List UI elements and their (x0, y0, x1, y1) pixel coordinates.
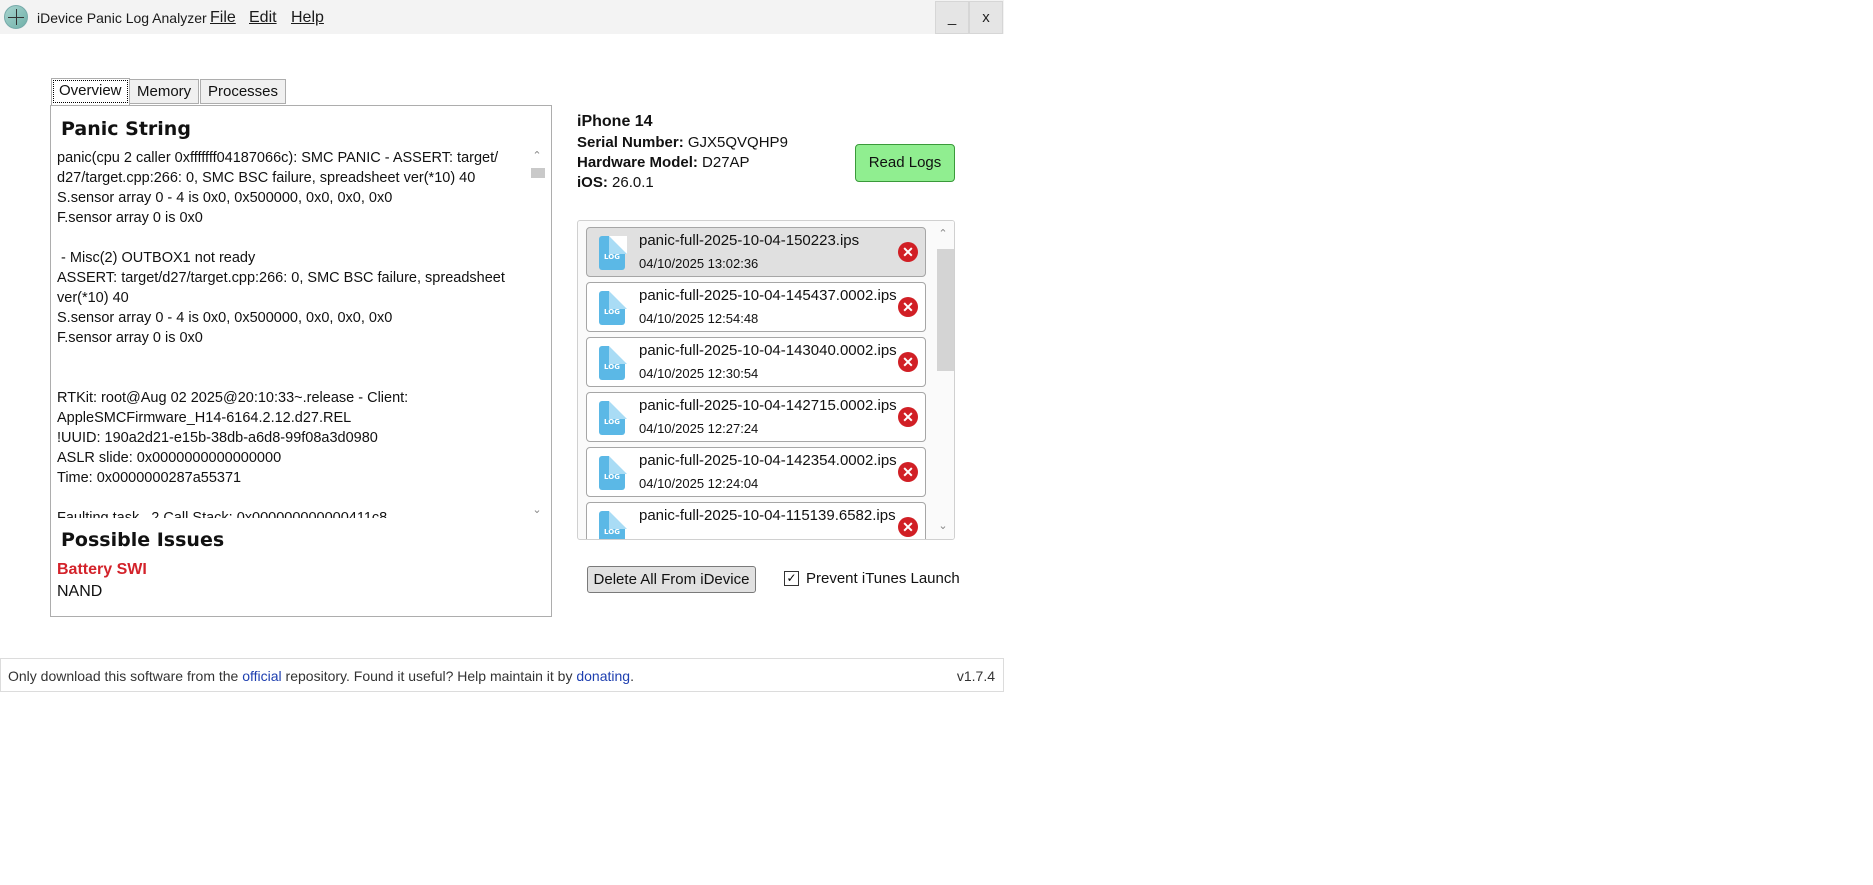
prevent-itunes-checkbox[interactable]: ✓ (784, 571, 799, 586)
issue-item: Battery SWI (57, 561, 147, 578)
log-file-icon: LOG (597, 456, 627, 490)
log-list-item[interactable]: LOG panic-full-2025-10-04-143040.0002.ip… (586, 337, 926, 387)
menu-edit[interactable]: Edit (249, 9, 277, 27)
delete-log-icon[interactable]: ✕ (898, 517, 918, 537)
close-button[interactable]: x (969, 1, 1003, 34)
log-list-item[interactable]: LOG panic-full-2025-10-04-145437.0002.ip… (586, 282, 926, 332)
official-link[interactable]: official (242, 668, 281, 684)
log-file-name: panic-full-2025-10-04-142354.0002.ips (639, 452, 897, 469)
delete-log-icon[interactable]: ✕ (898, 407, 918, 427)
scroll-thumb[interactable] (937, 249, 954, 371)
hardware-model-value: D27AP (702, 154, 750, 171)
menu-file[interactable]: File (210, 9, 236, 27)
app-logo-icon (4, 5, 28, 29)
log-list-item[interactable]: LOG panic-full-2025-10-04-115139.6582.ip… (586, 502, 926, 539)
log-list-item[interactable]: LOG panic-full-2025-10-04-142354.0002.ip… (586, 447, 926, 497)
version-label: v1.7.4 (956, 668, 995, 684)
log-file-icon: LOG (597, 511, 627, 539)
log-file-name: panic-full-2025-10-04-145437.0002.ips (639, 287, 897, 304)
delete-log-icon[interactable]: ✕ (898, 297, 918, 317)
log-list-item[interactable]: LOG panic-full-2025-10-04-142715.0002.ip… (586, 392, 926, 442)
panic-text-scrollbar[interactable]: ⌃ ⌄ (528, 148, 546, 520)
log-list-item[interactable]: LOG panic-full-2025-10-04-150223.ips 04/… (586, 227, 926, 277)
delete-all-button[interactable]: Delete All From iDevice (587, 566, 756, 593)
scroll-thumb[interactable] (531, 168, 545, 178)
donating-link[interactable]: donating (576, 668, 630, 684)
log-file-name: panic-full-2025-10-04-115139.6582.ips (639, 507, 896, 524)
tab-processes[interactable]: Processes (200, 79, 287, 104)
tab-memory[interactable]: Memory (129, 79, 200, 104)
serial-number-value: GJX5QVQHP9 (687, 134, 788, 151)
log-file-icon: LOG (597, 401, 627, 435)
title-bar: iDevice Panic Log Analyzer File Edit Hel… (0, 0, 1004, 34)
serial-number-row: Serial Number: GJX5QVQHP9 (577, 134, 788, 151)
log-file-name: panic-full-2025-10-04-142715.0002.ips (639, 397, 897, 414)
delete-log-icon[interactable]: ✕ (898, 242, 918, 262)
log-file-date: 04/10/2025 12:30:54 (639, 366, 759, 381)
scroll-up-icon[interactable]: ⌃ (528, 148, 546, 164)
ios-version-row: iOS: 26.0.1 (577, 174, 654, 191)
scroll-down-icon[interactable]: ⌄ (932, 517, 954, 535)
delete-log-icon[interactable]: ✕ (898, 352, 918, 372)
read-logs-button[interactable]: Read Logs (855, 144, 955, 182)
menu-help[interactable]: Help (291, 9, 324, 27)
ios-version-value: 26.0.1 (612, 174, 654, 191)
footer-message: Only download this software from the off… (8, 668, 634, 684)
overview-panel: Panic String panic(cpu 2 caller 0xffffff… (50, 105, 552, 617)
log-file-icon: LOG (597, 291, 627, 325)
possible-issues-heading: Possible Issues (61, 529, 225, 551)
log-list-scrollbar[interactable]: ⌃ ⌄ (932, 221, 954, 539)
tab-overview[interactable]: Overview (51, 78, 130, 105)
log-file-name: panic-full-2025-10-04-143040.0002.ips (639, 342, 897, 359)
panic-string-heading: Panic String (61, 118, 191, 140)
log-file-name: panic-full-2025-10-04-150223.ips (639, 232, 860, 249)
prevent-itunes-label[interactable]: Prevent iTunes Launch (806, 570, 960, 587)
issue-item: NAND (57, 583, 103, 600)
device-name: iPhone 14 (577, 113, 653, 130)
log-file-date: 04/10/2025 12:27:24 (639, 421, 759, 436)
panic-string-text[interactable]: panic(cpu 2 caller 0xfffffff04187066c): … (57, 148, 527, 518)
log-file-date: 04/10/2025 12:24:04 (639, 476, 759, 491)
footer-bar: Only download this software from the off… (0, 658, 1004, 692)
log-file-date: 04/10/2025 12:54:48 (639, 311, 759, 326)
hardware-model-row: Hardware Model: D27AP (577, 154, 750, 171)
log-file-icon: LOG (597, 236, 627, 270)
log-file-icon: LOG (597, 346, 627, 380)
app-window: iDevice Panic Log Analyzer File Edit Hel… (0, 0, 1004, 693)
log-file-list[interactable]: LOG panic-full-2025-10-04-150223.ips 04/… (577, 220, 955, 540)
minimize-button[interactable]: _ (935, 1, 969, 34)
app-title: iDevice Panic Log Analyzer (37, 10, 207, 26)
scroll-up-icon[interactable]: ⌃ (932, 225, 954, 243)
scroll-down-icon[interactable]: ⌄ (528, 502, 546, 518)
log-file-date: 04/10/2025 13:02:36 (639, 256, 759, 271)
delete-log-icon[interactable]: ✕ (898, 462, 918, 482)
